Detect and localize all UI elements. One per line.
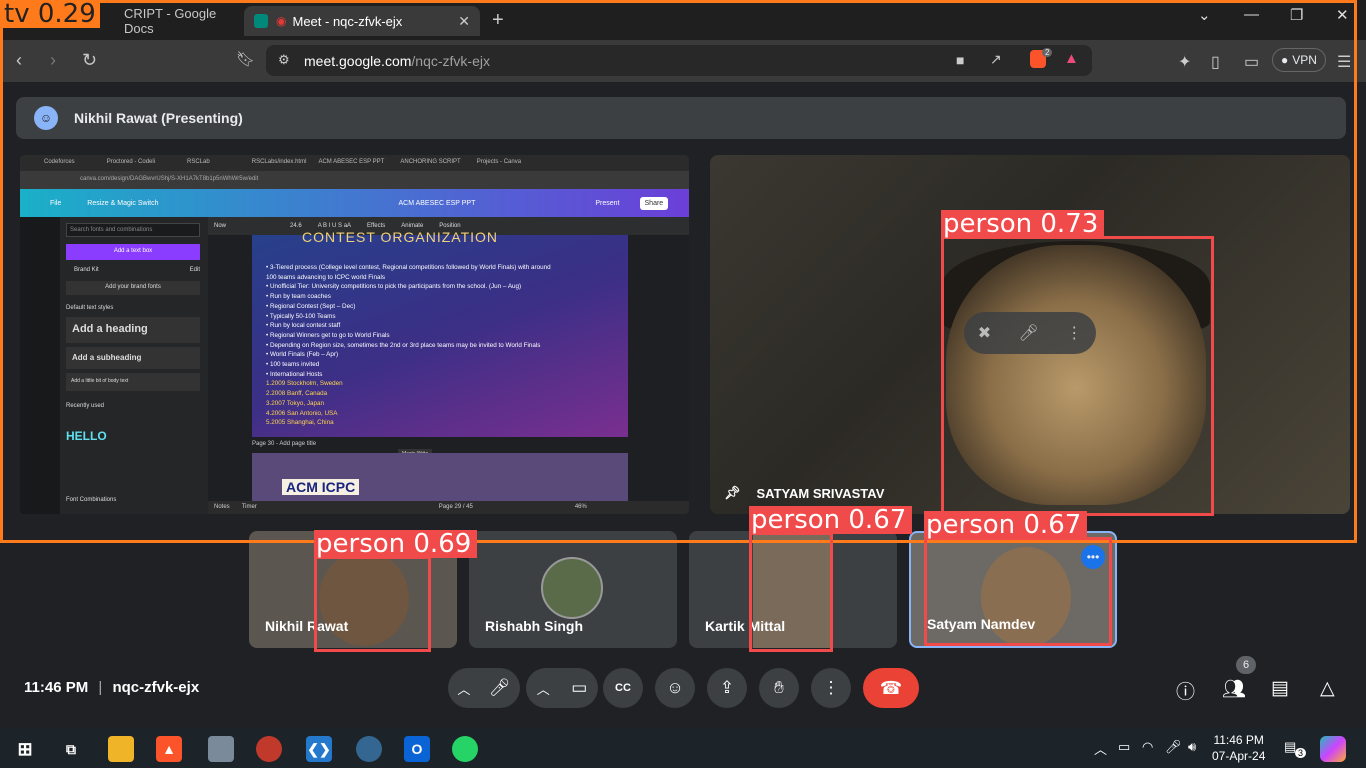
postgresql-icon[interactable]	[356, 736, 382, 762]
file-explorer-icon[interactable]	[108, 736, 134, 762]
reactions-button[interactable]: ☺	[655, 668, 695, 708]
meeting-time: 11:46 PM	[24, 679, 89, 696]
camera-control[interactable]: ︿ ▭	[526, 668, 598, 708]
raise-hand-button[interactable]: ✋︎	[759, 668, 799, 708]
meeting-details-icon[interactable]: ⓘ	[1176, 677, 1195, 704]
camera-icon[interactable]: ▭	[571, 678, 587, 698]
mic-control[interactable]: ︿ 🎤︎	[448, 668, 520, 708]
mic-tray-icon[interactable]: 🎤︎	[1165, 739, 1182, 755]
detection-label: person 0.67	[749, 506, 913, 534]
notification-badge: 3	[1295, 748, 1307, 758]
battery-icon[interactable]: ▭	[1118, 739, 1130, 755]
windows-taskbar	[0, 728, 1366, 768]
system-time: 11:46 PM	[1213, 733, 1264, 747]
hand-icon: ✋︎	[774, 678, 784, 697]
chat-icon[interactable]: ▤	[1271, 677, 1289, 700]
avatar	[541, 557, 603, 619]
detection-label: person 0.67	[924, 511, 1088, 539]
whatsapp-icon[interactable]	[452, 736, 478, 762]
activities-icon[interactable]: △	[1320, 677, 1335, 700]
people-count-badge: 6	[1236, 656, 1256, 674]
hang-up-icon: ☎︎	[879, 677, 903, 698]
present-button[interactable]: ⇪	[707, 668, 747, 708]
chevron-up-icon[interactable]: ︿	[457, 679, 470, 698]
detection-label: person 0.69	[314, 530, 478, 558]
detection-label: person 0.73	[941, 210, 1105, 238]
end-call-button[interactable]: ☎︎	[863, 668, 919, 708]
wifi-icon[interactable]: ◠	[1142, 739, 1153, 755]
meeting-info: 11:46 PM | nqc-zfvk-ejx	[24, 679, 199, 696]
volume-icon[interactable]: 🔊︎	[1188, 739, 1196, 755]
photos-app-icon[interactable]	[208, 736, 234, 762]
detection-box-person: person 0.67	[749, 506, 913, 652]
people-icon[interactable]: 👥︎	[1222, 677, 1246, 701]
windows-start-icon[interactable]: ⊞	[12, 736, 38, 762]
app-icon[interactable]	[256, 736, 282, 762]
outlook-icon[interactable]: O	[404, 736, 430, 762]
task-view-icon[interactable]: ⧉	[58, 736, 84, 762]
present-screen-icon: ⇪	[719, 678, 735, 697]
more-vert-icon: ⋮	[822, 678, 840, 697]
captions-button[interactable]: CC	[603, 668, 643, 708]
detection-box-person: person 0.73	[941, 210, 1214, 516]
detection-box-person: person 0.67	[924, 511, 1112, 646]
participant-tile[interactable]: Rishabh Singh	[469, 531, 677, 648]
copilot-icon[interactable]	[1320, 736, 1346, 762]
brave-browser-icon[interactable]: ▲	[156, 736, 182, 762]
chevron-up-icon[interactable]: ︿	[537, 679, 550, 698]
system-date: 07-Apr-24	[1212, 749, 1266, 763]
meeting-code: nqc-zfvk-ejx	[112, 679, 200, 696]
more-options-button[interactable]: ⋮	[811, 668, 851, 708]
detection-label: tv 0.29	[0, 0, 100, 28]
detection-box-person: person 0.69	[314, 530, 478, 652]
captions-icon: CC	[615, 682, 631, 694]
vscode-icon[interactable]: ❮❯	[306, 736, 332, 762]
mic-icon[interactable]: 🎤︎	[489, 678, 511, 698]
separator: |	[98, 679, 103, 696]
system-clock[interactable]: 11:46 PM 07-Apr-24	[1212, 732, 1265, 764]
show-hidden-icons[interactable]: ︿	[1094, 739, 1107, 758]
participant-name: Rishabh Singh	[485, 618, 583, 634]
emoji-icon: ☺	[666, 678, 684, 697]
